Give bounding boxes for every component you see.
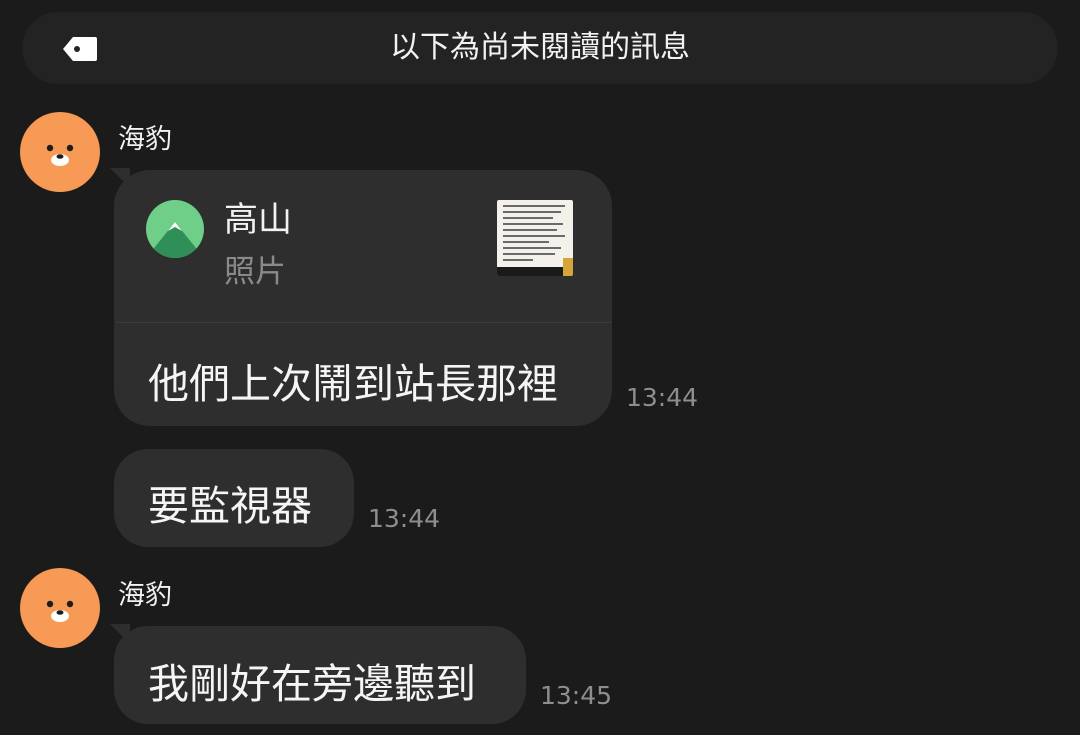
sender-avatar[interactable] (20, 568, 100, 648)
sender-name: 海豹 (118, 124, 172, 155)
message-text: 我剛好在旁邊聽到 (148, 660, 476, 708)
unread-banner-text: 以下為尚未閱讀的訊息 (390, 30, 690, 65)
message-timestamp: 13:45 (540, 681, 613, 710)
message-text: 要監視器 (148, 482, 312, 530)
chat-screen: 以下為尚未閱讀的訊息 海豹 高山 照片 他們上次鬧到站長那裡 13:44 要監視… (0, 0, 1080, 735)
sender-name: 海豹 (118, 580, 172, 611)
reply-divider (116, 322, 612, 323)
sender-avatar[interactable] (20, 112, 100, 192)
photo-thumbnail[interactable] (497, 200, 573, 276)
message-timestamp: 13:44 (368, 504, 441, 533)
reply-sender-name: 高山 (224, 200, 292, 240)
message-timestamp: 13:44 (626, 383, 699, 412)
bubble-tail (110, 624, 130, 644)
reply-sender-avatar (146, 200, 204, 258)
unread-messages-banner[interactable]: 以下為尚未閱讀的訊息 (22, 12, 1058, 84)
bubble-tail (110, 168, 130, 188)
reply-content-type: 照片 (224, 254, 286, 290)
message-text: 他們上次鬧到站長那裡 (148, 360, 558, 408)
